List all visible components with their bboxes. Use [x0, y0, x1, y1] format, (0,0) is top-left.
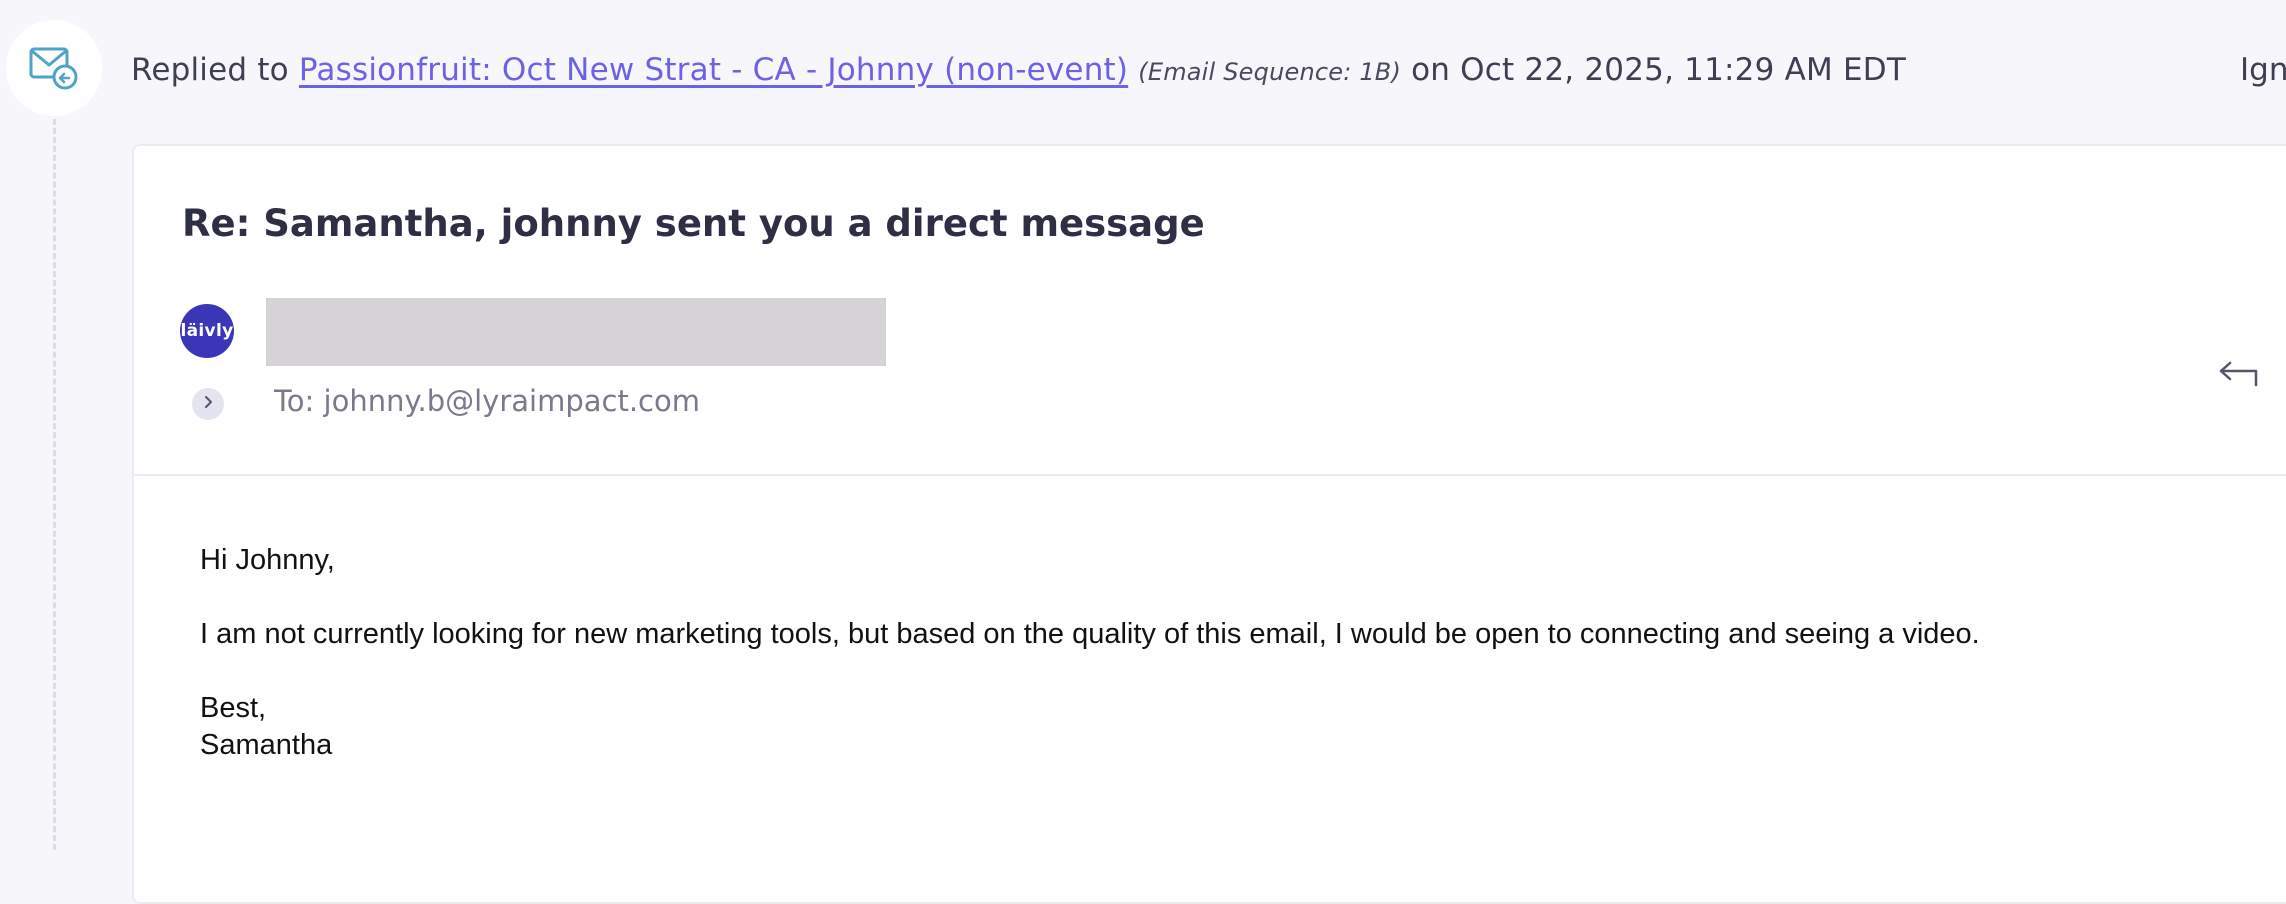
activity-prefix: Replied to: [131, 52, 289, 88]
reply-arrow-icon: [2218, 359, 2262, 394]
sender-name-redacted: [266, 298, 886, 366]
email-to: To: johnny.b@lyraimpact.com: [274, 384, 700, 418]
expand-recipients-button[interactable]: [192, 388, 224, 420]
email-card: Re: Samantha, johnny sent you a direct m…: [132, 144, 2286, 904]
avatar: läivly: [180, 304, 234, 358]
activity-header: Replied to Passionfruit: Oct New Strat -…: [131, 52, 1906, 88]
email-greeting: Hi Johnny,: [200, 544, 335, 576]
sequence-tag: (Email Sequence: 1B): [1138, 58, 1402, 86]
reply-button[interactable]: [2210, 346, 2270, 406]
card-divider: [134, 474, 2286, 476]
email-message: I am not currently looking for new marke…: [200, 618, 1980, 650]
email-closing: Best,: [200, 692, 267, 724]
timeline-line: [53, 110, 56, 850]
chevron-right-icon: [201, 395, 215, 414]
email-body: Hi Johnny, I am not currently looking fo…: [200, 542, 1980, 764]
activity-timestamp: on Oct 22, 2025, 11:29 AM EDT: [1411, 52, 1906, 88]
ignore-button[interactable]: Ign: [2240, 52, 2286, 88]
email-subject: Re: Samantha, johnny sent you a direct m…: [182, 202, 1205, 245]
email-signature: Samantha: [200, 729, 333, 761]
email-reply-icon: [6, 20, 102, 116]
sequence-link[interactable]: Passionfruit: Oct New Strat - CA - Johnn…: [299, 52, 1128, 88]
